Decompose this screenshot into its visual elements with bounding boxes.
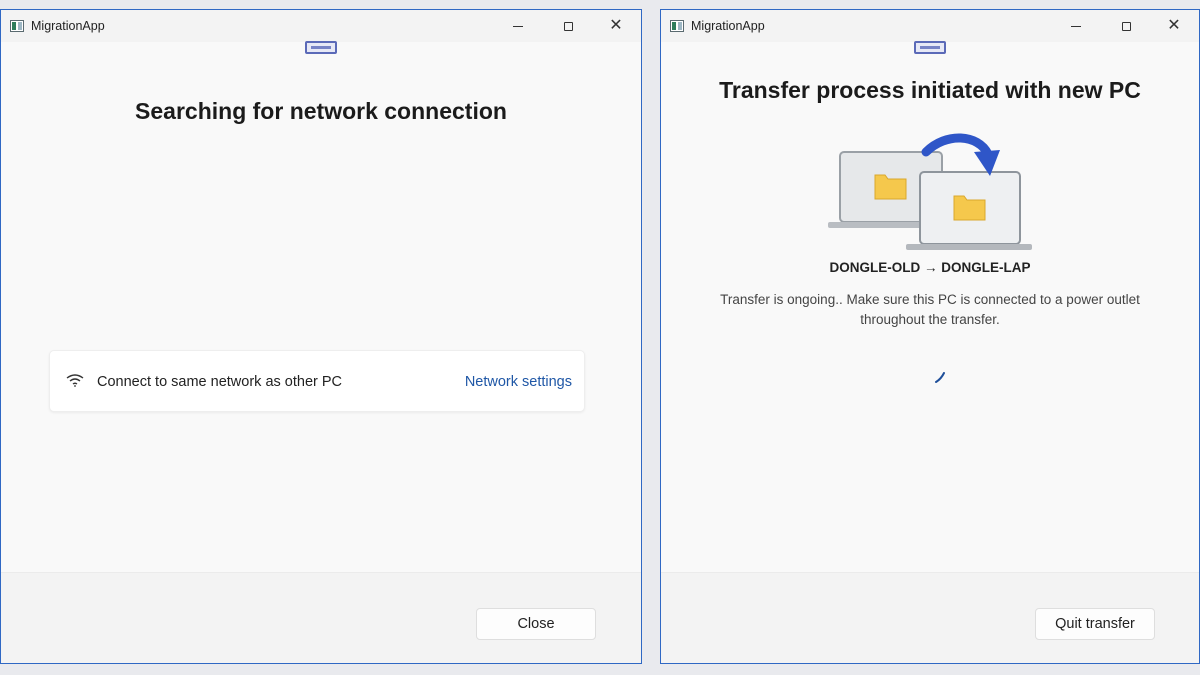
close-button[interactable]: Close [476,608,596,640]
status-line: throughout the transfer. [860,312,1000,327]
title-bar[interactable]: MigrationApp ✕ [661,10,1199,42]
network-settings-link[interactable]: Network settings [465,374,572,390]
pc-device-icon [305,41,337,54]
pc-device-icon [914,41,946,54]
footer-bar: Close [1,572,641,663]
close-icon: ✕ [1167,17,1181,34]
maximize-button[interactable] [545,10,591,42]
close-window-button[interactable]: ✕ [1151,10,1197,42]
quit-transfer-button[interactable]: Quit transfer [1035,608,1155,640]
migration-window-searching: MigrationApp ✕ Searching for network con… [0,9,642,664]
pc-transfer-illustration [828,133,1032,250]
transfer-status-message: Transfer is ongoing.. Make sure this PC … [691,290,1169,330]
wifi-icon [66,374,84,387]
loading-spinner-icon [935,372,945,383]
network-message: Connect to same network as other PC [97,374,343,390]
page-title: Transfer process initiated with new PC [719,77,1141,103]
title-bar[interactable]: MigrationApp ✕ [1,10,641,42]
window-title: MigrationApp [31,19,105,33]
new-laptop-icon [906,171,1032,250]
app-icon [10,20,24,32]
page-title: Searching for network connection [135,98,507,124]
maximize-icon [563,21,573,31]
close-window-button[interactable]: ✕ [593,10,639,42]
transfer-route: DONGLE-OLD → DONGLE-LAP [829,260,1031,275]
migration-window-transfer: MigrationApp ✕ Transfer process initiate… [660,9,1200,664]
minimize-button[interactable] [495,10,541,42]
footer-bar: Quit transfer [661,572,1199,663]
minimize-icon [513,25,523,27]
minimize-icon [1071,25,1081,27]
app-icon [670,20,684,32]
maximize-icon [1121,21,1131,31]
status-line: Transfer is ongoing.. Make sure this PC … [720,292,1140,307]
network-connection-card: Connect to same network as other PC Netw… [49,350,585,412]
close-icon: ✕ [609,17,623,34]
maximize-button[interactable] [1103,10,1149,42]
minimize-button[interactable] [1053,10,1099,42]
window-title: MigrationApp [691,19,765,33]
